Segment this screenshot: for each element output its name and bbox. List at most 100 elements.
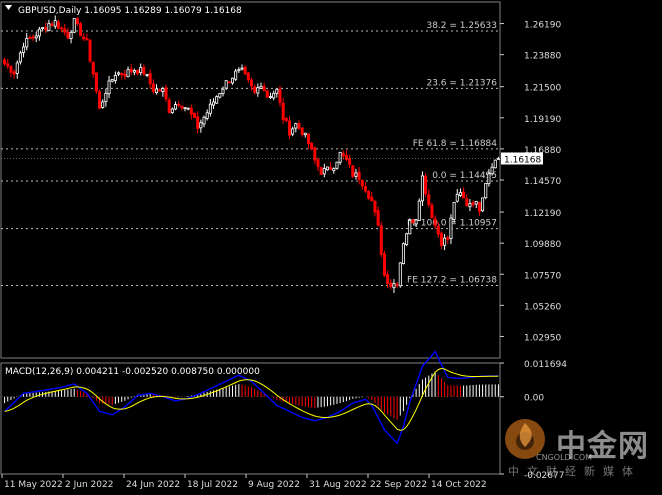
candle-body[interactable] (354, 172, 358, 177)
candle-body[interactable] (300, 127, 304, 135)
candle-body[interactable] (281, 102, 285, 120)
candle-body[interactable] (278, 89, 282, 103)
candle-body[interactable] (28, 37, 32, 39)
candle-body[interactable] (139, 67, 143, 74)
candle-body[interactable] (60, 27, 64, 30)
candle-body[interactable] (335, 161, 339, 169)
candle-body[interactable] (272, 92, 276, 99)
candle-body[interactable] (212, 101, 216, 106)
candle-body[interactable] (199, 122, 203, 129)
candle-body[interactable] (373, 200, 377, 213)
candle-body[interactable] (145, 74, 149, 77)
candle-body[interactable] (177, 103, 181, 106)
candle-body[interactable] (344, 154, 348, 160)
candle-body[interactable] (85, 38, 89, 41)
candle-body[interactable] (193, 112, 197, 118)
candle-body[interactable] (9, 65, 13, 73)
candle-body[interactable] (240, 67, 244, 70)
candle-body[interactable] (382, 253, 386, 276)
candle-body[interactable] (408, 219, 412, 235)
candle-body[interactable] (253, 86, 257, 93)
candle-body[interactable] (148, 73, 152, 85)
candle-body[interactable] (123, 73, 127, 77)
candle-body[interactable] (34, 35, 38, 39)
candle-body[interactable] (31, 36, 35, 39)
candle-body[interactable] (303, 132, 307, 136)
candle-body[interactable] (237, 69, 241, 72)
candle-body[interactable] (227, 81, 231, 84)
candle-body[interactable] (291, 128, 295, 135)
candle-body[interactable] (218, 93, 222, 98)
candle-body[interactable] (395, 284, 399, 286)
candle-body[interactable] (243, 67, 247, 75)
candle-body[interactable] (164, 87, 168, 100)
candle-body[interactable] (284, 117, 288, 122)
candle-body[interactable] (129, 68, 133, 73)
candle-body[interactable] (202, 116, 206, 125)
candle-body[interactable] (47, 23, 51, 31)
candle-body[interactable] (392, 282, 396, 289)
candle-body[interactable] (360, 179, 364, 187)
candle-body[interactable] (101, 101, 105, 108)
candle-body[interactable] (262, 86, 266, 92)
candle-body[interactable] (259, 86, 263, 89)
candle-body[interactable] (436, 225, 440, 235)
candle-body[interactable] (246, 72, 250, 81)
candle-body[interactable] (186, 107, 190, 110)
candle-body[interactable] (484, 183, 488, 198)
candle-body[interactable] (221, 88, 225, 94)
candle-body[interactable] (313, 147, 317, 161)
candle-body[interactable] (50, 23, 54, 26)
candle-body[interactable] (183, 107, 187, 109)
candle-body[interactable] (338, 151, 342, 163)
candle-body[interactable] (91, 61, 95, 75)
candle-body[interactable] (446, 237, 450, 240)
candle-body[interactable] (41, 27, 45, 30)
candle-body[interactable] (234, 70, 238, 80)
candle-body[interactable] (348, 158, 352, 165)
candle-body[interactable] (63, 28, 67, 33)
candle-body[interactable] (75, 18, 79, 25)
candle-body[interactable] (417, 200, 421, 221)
candle-body[interactable] (142, 67, 146, 75)
candle-body[interactable] (161, 88, 165, 92)
candle-body[interactable] (110, 79, 114, 82)
candle-body[interactable] (310, 142, 314, 150)
candle-body[interactable] (401, 243, 405, 264)
candle-body[interactable] (474, 201, 478, 205)
candle-body[interactable] (458, 192, 462, 196)
candle-body[interactable] (132, 69, 136, 73)
candle-body[interactable] (465, 198, 469, 207)
candle-body[interactable] (104, 92, 108, 102)
candle-body[interactable] (136, 69, 140, 74)
candle-body[interactable] (53, 20, 57, 27)
candle-body[interactable] (316, 159, 320, 167)
candle-body[interactable] (151, 83, 155, 92)
candle-body[interactable] (325, 166, 329, 171)
candle-body[interactable] (433, 218, 437, 226)
candle-body[interactable] (481, 197, 485, 212)
candle-body[interactable] (189, 107, 193, 115)
chart-window[interactable]: 1.26190 1.23880 1.21500 1.19190 1.16880 1.145… (0, 0, 662, 491)
candle-body[interactable] (208, 103, 212, 114)
candle-body[interactable] (12, 71, 16, 75)
candle-body[interactable] (490, 166, 494, 175)
candle-body[interactable] (424, 175, 428, 195)
candle-body[interactable] (196, 116, 200, 129)
symbol-dropdown-icon[interactable] (5, 5, 12, 10)
candle-body[interactable] (167, 99, 171, 113)
candle-body[interactable] (98, 91, 102, 109)
candle-body[interactable] (22, 46, 26, 53)
candle-body[interactable] (332, 168, 336, 172)
candle-body[interactable] (294, 123, 298, 129)
candle-body[interactable] (205, 112, 209, 119)
candle-body[interactable] (367, 190, 371, 199)
candle-body[interactable] (3, 59, 7, 65)
candle-body[interactable] (379, 225, 383, 255)
candle-body[interactable] (117, 72, 121, 75)
candle-body[interactable] (351, 165, 355, 177)
candle-body[interactable] (120, 72, 124, 75)
candle-body[interactable] (322, 168, 326, 175)
candle-body[interactable] (155, 88, 159, 94)
candle-body[interactable] (405, 233, 409, 246)
